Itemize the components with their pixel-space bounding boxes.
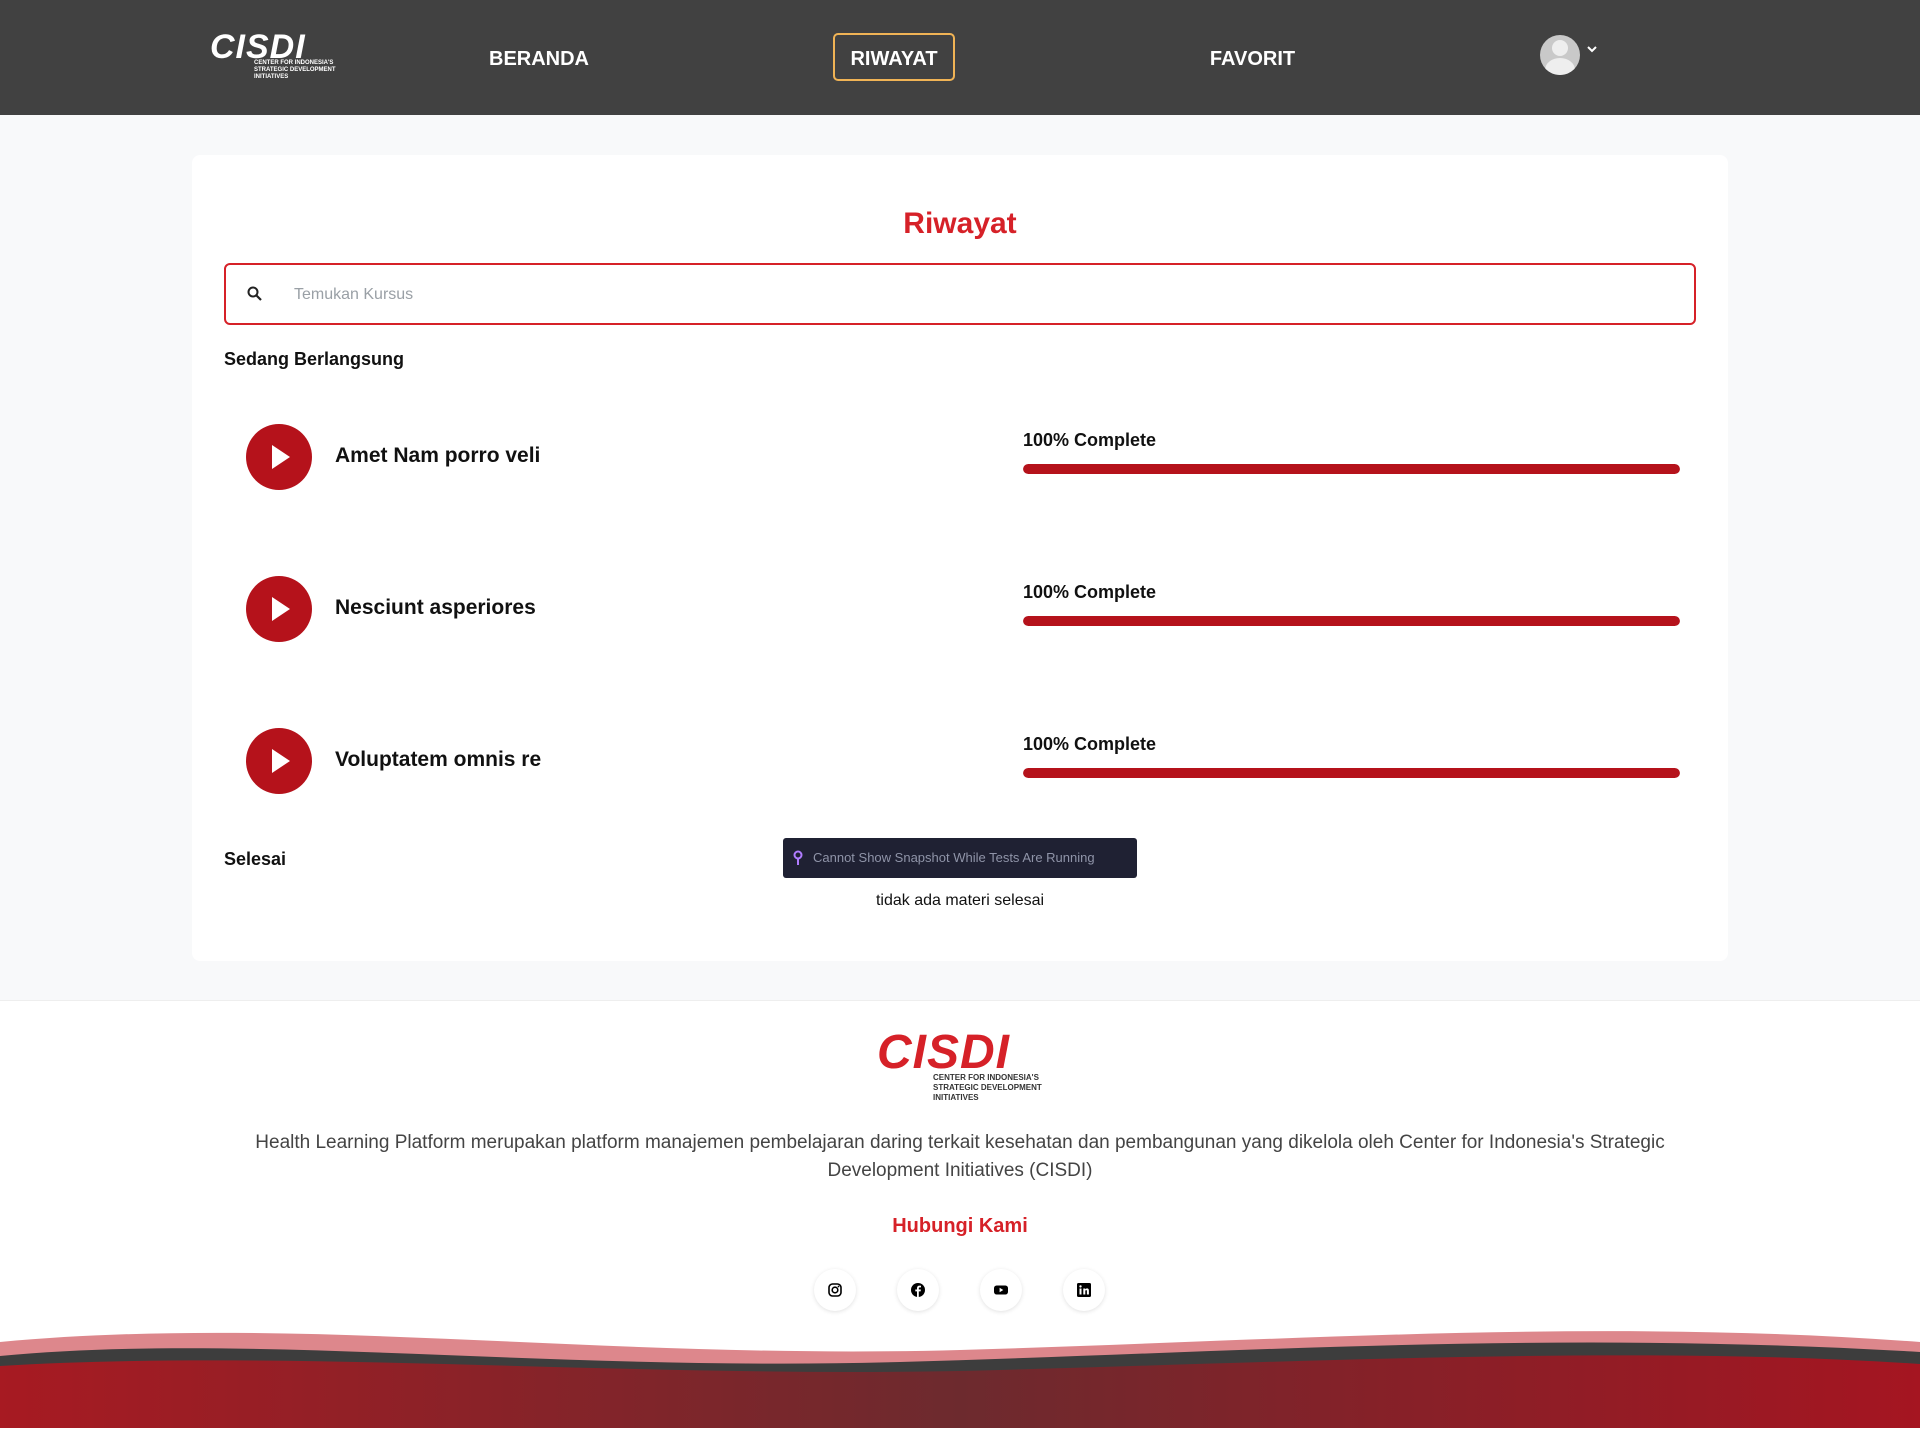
progress-bar: [1023, 464, 1680, 474]
top-nav-bar: CISDI CENTER FOR INDONESIA'S STRATEGIC D…: [0, 0, 1920, 115]
course-title[interactable]: Amet Nam porro veli: [335, 444, 540, 468]
pin-icon: [793, 850, 803, 865]
logo-subtitle: CENTER FOR INDONESIA'S STRATEGIC DEVELOP…: [254, 60, 336, 80]
progress-bar: [1023, 616, 1680, 626]
instagram-icon: [828, 1283, 842, 1297]
course-row[interactable]: Amet Nam porro veli 100% Complete: [224, 406, 1696, 506]
progress-fill: [1023, 616, 1680, 626]
play-icon: [272, 749, 290, 773]
footer-logo-subtitle: CENTER FOR INDONESIA'S STRATEGIC DEVELOP…: [933, 1073, 1042, 1102]
progress-label: 100% Complete: [1023, 430, 1157, 450]
course-row[interactable]: Voluptatem omnis re 100% Complete: [224, 710, 1696, 810]
contact-heading: Hubungi Kami: [892, 1215, 1028, 1237]
progress-label: 100% Complete: [1023, 734, 1157, 754]
footer-logo: CISDI CENTER FOR INDONESIA'S STRATEGIC D…: [877, 1025, 1047, 1105]
snapshot-notice: Cannot Show Snapshot While Tests Are Run…: [783, 838, 1137, 878]
progress-fill: [1023, 464, 1680, 474]
course-title[interactable]: Voluptatem omnis re: [335, 748, 541, 772]
nav-beranda[interactable]: BERANDA: [480, 36, 598, 82]
progress-bar: [1023, 768, 1680, 778]
in-progress-heading: Sedang Berlangsung: [224, 349, 405, 369]
cisdi-logo[interactable]: CISDI CENTER FOR INDONESIA'S STRATEGIC D…: [210, 28, 336, 84]
progress-label: 100% Complete: [1023, 582, 1157, 602]
linkedin-link[interactable]: [1063, 1269, 1105, 1311]
search-icon: [247, 286, 262, 301]
course-title[interactable]: Nesciunt asperiores: [335, 596, 536, 620]
play-button[interactable]: [246, 576, 312, 642]
avatar: [1540, 35, 1580, 75]
search-input[interactable]: [292, 275, 1676, 315]
play-icon: [272, 597, 290, 621]
history-card: Riwayat Sedang Berlangsung Amet Nam porr…: [192, 155, 1728, 961]
facebook-link[interactable]: [897, 1269, 939, 1311]
footer-description: Health Learning Platform merupakan platf…: [255, 1132, 1665, 1181]
footer-logo-wordmark: CISDI: [877, 1026, 1011, 1079]
linkedin-icon: [1077, 1283, 1091, 1297]
play-icon: [272, 445, 290, 469]
completed-heading: Selesai: [224, 849, 287, 869]
play-button[interactable]: [246, 728, 312, 794]
chevron-down-icon: [1587, 46, 1597, 53]
page-title: Riwayat: [903, 207, 1017, 240]
youtube-link[interactable]: [980, 1269, 1022, 1311]
course-row[interactable]: Nesciunt asperiores 100% Complete: [224, 558, 1696, 658]
empty-completed-text: tidak ada materi selesai: [875, 892, 1045, 909]
user-menu[interactable]: [1540, 33, 1606, 77]
facebook-icon: [911, 1283, 925, 1297]
nav-favorit[interactable]: FAVORIT: [1200, 36, 1305, 82]
play-button[interactable]: [246, 424, 312, 490]
youtube-icon: [994, 1285, 1008, 1295]
instagram-link[interactable]: [814, 1269, 856, 1311]
search-box[interactable]: [224, 263, 1696, 325]
snapshot-notice-text: Cannot Show Snapshot While Tests Are Run…: [813, 850, 1095, 865]
nav-riwayat[interactable]: RIWAYAT: [833, 33, 955, 81]
progress-fill: [1023, 768, 1680, 778]
decorative-waves: [0, 1331, 1920, 1428]
